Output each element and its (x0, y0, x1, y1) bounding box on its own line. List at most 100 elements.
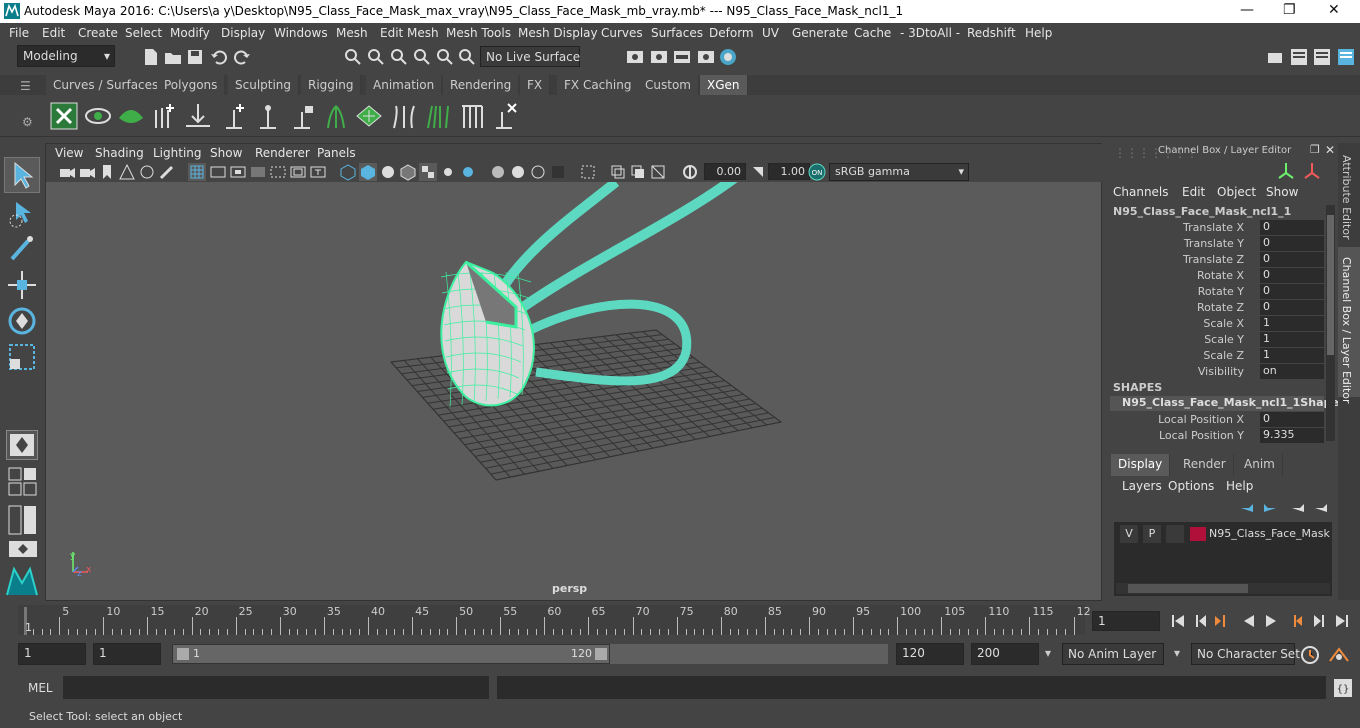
menu-cache[interactable]: Cache (854, 26, 891, 40)
range-slider[interactable]: 1 120 (172, 644, 610, 664)
shadows-icon[interactable] (459, 163, 477, 181)
channel-object-name[interactable]: N95_Class_Face_Mask_ncl1_1 (1113, 205, 1291, 218)
channel-row[interactable]: Scale Y 1 (1106, 332, 1338, 348)
menu-curves[interactable]: Curves (601, 26, 643, 40)
current-frame-field[interactable]: 1 (1092, 611, 1160, 631)
channels-menu[interactable]: Channels (1113, 185, 1169, 199)
auto-key-icon[interactable] (1300, 645, 1320, 665)
snap-to-grid-icon[interactable] (413, 48, 431, 66)
channel-row[interactable]: Rotate Z 0 (1106, 300, 1338, 316)
xgen-delete-guide-icon[interactable] (492, 102, 520, 130)
channel-row[interactable]: Translate Y 0 (1106, 236, 1338, 252)
rotate-tool-icon[interactable] (6, 305, 38, 337)
lasso-tool-icon[interactable] (6, 197, 38, 229)
command-language-label[interactable]: MEL (28, 681, 53, 695)
scale-tool-icon[interactable] (6, 341, 38, 373)
use-all-lights-icon[interactable] (439, 163, 457, 181)
grid-toggle-button[interactable] (188, 163, 206, 181)
channel-row[interactable]: Translate Z 0 (1106, 252, 1338, 268)
resolution-gate-icon[interactable] (229, 163, 247, 181)
play-forward-icon[interactable] (1266, 615, 1276, 627)
maya-home-icon[interactable] (5, 565, 39, 597)
layers-menu[interactable]: Layers (1122, 479, 1162, 493)
xgen-noise-icon[interactable] (390, 102, 418, 130)
layer-color-swatch[interactable] (1190, 527, 1206, 541)
menu-modify[interactable]: Modify (170, 26, 210, 40)
menu-mesh[interactable]: Mesh (336, 26, 368, 40)
color-space-dropdown[interactable]: sRGB gamma ▾ (829, 163, 969, 181)
gamma-field[interactable]: 1.00 (768, 163, 810, 180)
tab-curves-surfaces[interactable]: Curves / Surfaces (46, 75, 167, 95)
menu-mesh-tools[interactable]: Mesh Tools (446, 26, 511, 40)
channel-value[interactable]: 0 (1260, 284, 1324, 299)
2d-pan-zoom-icon[interactable] (138, 163, 156, 181)
xgen-guide-tool-icon[interactable] (220, 102, 248, 130)
layer-tab-render[interactable]: Render (1176, 454, 1234, 476)
menu-mesh-display[interactable]: Mesh Display (518, 26, 598, 40)
xray-joints-icon[interactable] (649, 163, 667, 181)
menu-edit[interactable]: Edit (42, 26, 65, 40)
channel-value[interactable]: 0 (1260, 268, 1324, 283)
paint-select-tool-icon[interactable] (6, 233, 38, 265)
menu-surfaces[interactable]: Surfaces (651, 26, 703, 40)
viewport-menu-show[interactable]: Show (210, 146, 242, 160)
go-to-start-icon[interactable] (1172, 615, 1184, 627)
channel-box-tab[interactable]: Channel Box / Layer Editor (1340, 257, 1353, 404)
go-to-end-icon[interactable] (1336, 615, 1348, 627)
xgen-place-guide-icon[interactable] (184, 102, 212, 130)
select-by-hierarchy-icon[interactable] (344, 48, 362, 66)
smooth-shade-button[interactable] (359, 163, 377, 181)
layer-playback-toggle[interactable]: P (1143, 525, 1161, 543)
close-button[interactable]: ✕ (1328, 2, 1340, 18)
snap-to-curve-icon[interactable] (436, 48, 454, 66)
new-layer-selected-icon[interactable] (1312, 499, 1330, 517)
gate-mask-icon[interactable] (249, 163, 267, 181)
single-pane-layout-button[interactable] (6, 430, 38, 460)
command-input[interactable] (63, 676, 489, 699)
xray-active-components-icon[interactable] (629, 163, 647, 181)
menu-file[interactable]: File (9, 26, 29, 40)
xgen-lock-guide-icon[interactable] (288, 102, 316, 130)
menu-edit-mesh[interactable]: Edit Mesh (380, 26, 439, 40)
scrollbar-thumb[interactable] (1327, 215, 1334, 355)
layer-help-menu[interactable]: Help (1226, 479, 1253, 493)
layer-row[interactable]: V P N95_Class_Face_Mask (1118, 525, 1330, 543)
bookmark-icon[interactable] (98, 163, 116, 181)
channel-box-scrollbar[interactable] (1326, 205, 1335, 441)
range-start-handle[interactable] (177, 648, 189, 660)
outliner-layout-icon[interactable] (8, 540, 38, 560)
layer-tab-anim[interactable]: Anim (1237, 454, 1283, 476)
xgen-add-guide-icon[interactable] (150, 102, 178, 130)
layer-visibility-toggle[interactable]: V (1120, 525, 1138, 543)
channel-row[interactable]: Rotate Y 0 (1106, 284, 1338, 300)
layer-options-menu[interactable]: Options (1168, 479, 1214, 493)
tab-xgen[interactable]: XGen (700, 75, 748, 95)
camera-attributes-icon[interactable] (78, 163, 96, 181)
channel-value[interactable]: 9.335 (1260, 428, 1324, 443)
select-camera-icon[interactable] (58, 163, 76, 181)
exposure-icon[interactable] (681, 163, 699, 181)
image-plane-icon[interactable] (118, 163, 136, 181)
tab-rigging[interactable]: Rigging (301, 75, 362, 95)
menu-select[interactable]: Select (125, 26, 162, 40)
move-layer-up-icon[interactable] (1238, 499, 1256, 517)
save-scene-icon[interactable] (186, 48, 204, 66)
exposure-field[interactable]: 0.00 (704, 163, 746, 180)
tab-animation[interactable]: Animation (366, 75, 443, 95)
channel-object-menu[interactable]: Object (1217, 185, 1256, 199)
tab-fx[interactable]: FX (520, 75, 551, 95)
xray-icon[interactable] (609, 163, 627, 181)
tab-sculpting[interactable]: Sculpting (228, 75, 300, 95)
viewport-menu-renderer[interactable]: Renderer (255, 146, 310, 160)
time-slider-track[interactable]: 5 10 15 20 25 30 35 40 45 50 55 60 65 70 75 80 85 90 95 100… (18, 605, 1091, 635)
time-slider[interactable]: 5 10 15 20 25 30 35 40 45 50 55 60 65 70 75 80 85 90 95 100… (0, 603, 1360, 639)
channel-value[interactable]: 0 (1260, 236, 1324, 251)
menu-help[interactable]: Help (1025, 26, 1052, 40)
layer-type-toggle[interactable] (1166, 525, 1184, 543)
minimize-button[interactable]: — (1240, 2, 1254, 18)
layer-tab-display[interactable]: Display (1111, 454, 1171, 476)
channel-row[interactable]: Local Position Y 9.335 (1106, 428, 1338, 444)
channel-row[interactable]: Local Position X 0 (1106, 412, 1338, 428)
menu-redshift[interactable]: Redshift (967, 26, 1016, 40)
viewport-menu-view[interactable]: View (55, 146, 83, 160)
